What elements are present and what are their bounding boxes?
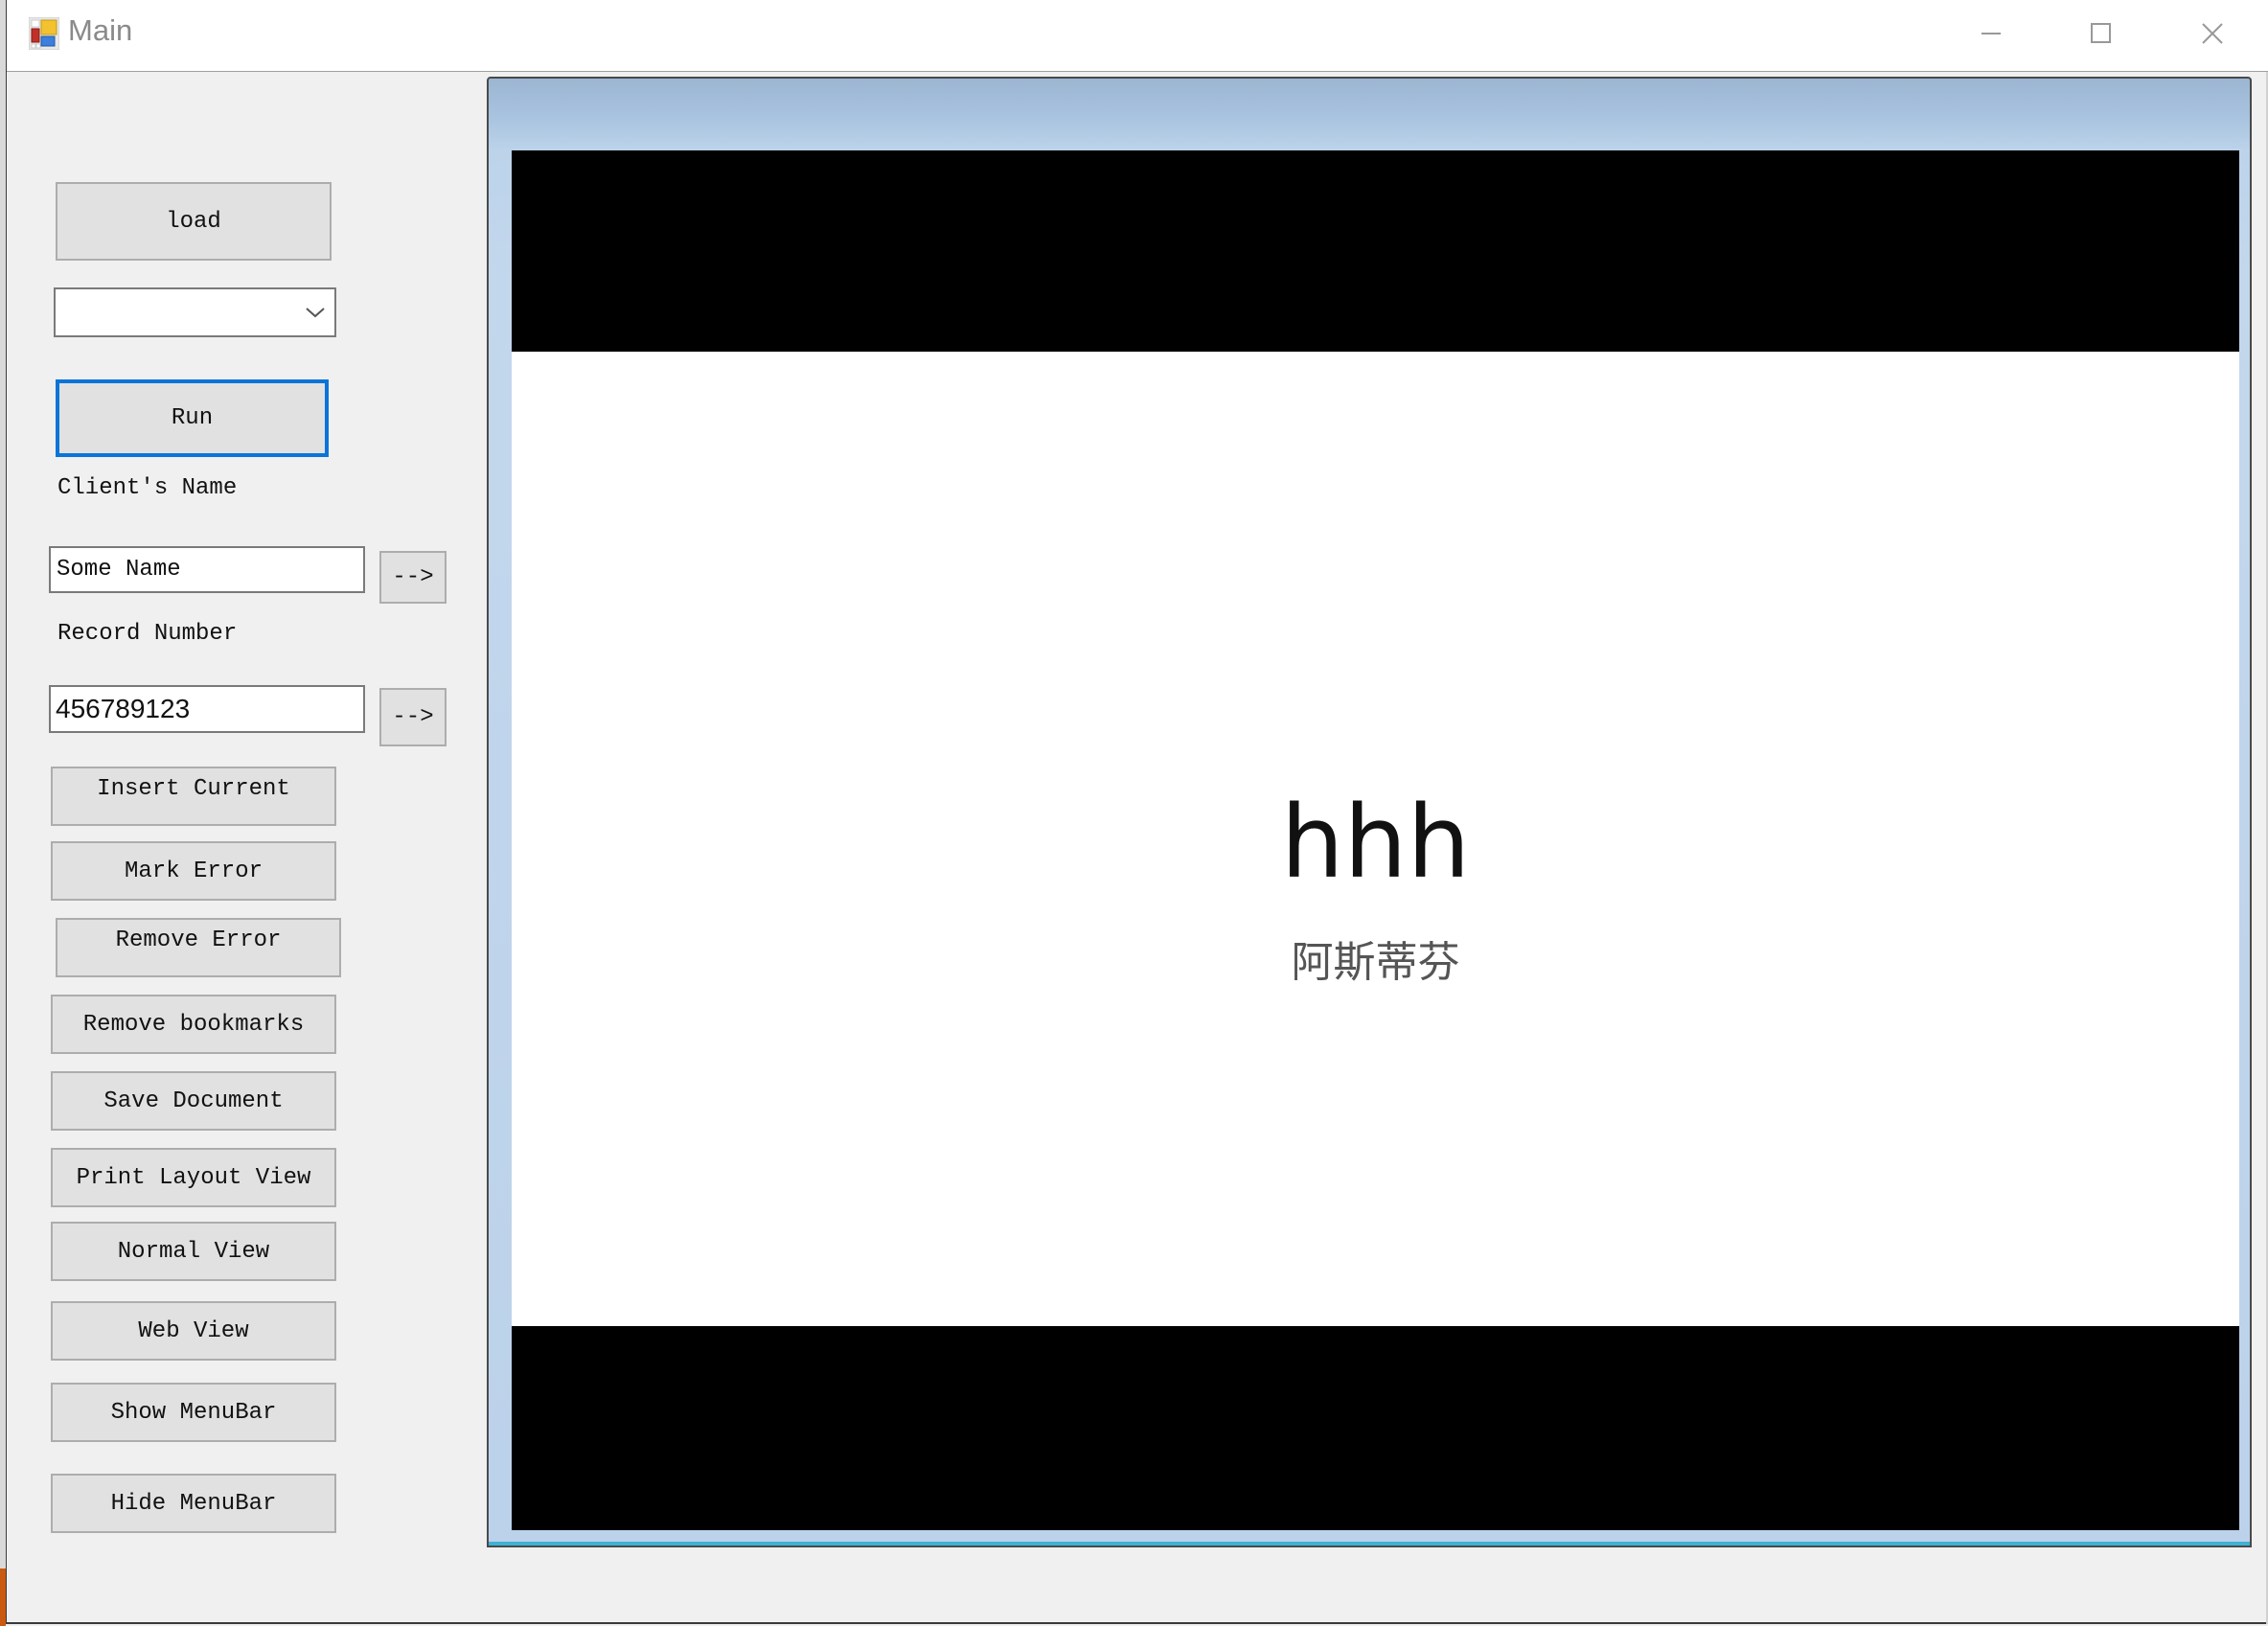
remove-error-button[interactable]: Remove Error — [56, 918, 341, 977]
record-number-go-button[interactable]: --> — [379, 688, 447, 746]
chevron-down-icon — [306, 308, 325, 318]
document-selector-dropdown[interactable] — [54, 287, 336, 337]
print-layout-view-button[interactable]: Print Layout View — [51, 1148, 336, 1207]
app-window-icon — [28, 16, 60, 51]
hide-menubar-button[interactable]: Hide MenuBar — [51, 1474, 336, 1533]
run-button[interactable]: Run — [56, 379, 329, 457]
main-window: Main load Run Client's Name --> Re — [6, 0, 2268, 1624]
document-viewer-frame: hhh 阿斯蒂芬 — [487, 77, 2252, 1547]
mark-error-button[interactable]: Mark Error — [51, 841, 336, 901]
document-heading: hhh — [1280, 784, 1471, 901]
insert-current-button[interactable]: Insert Current — [51, 767, 336, 826]
title-bar[interactable]: Main — [7, 0, 2268, 72]
document-subheading: 阿斯蒂芬 — [1291, 938, 1460, 987]
client-name-go-button[interactable]: --> — [379, 551, 447, 604]
page-header-band — [512, 150, 2239, 352]
close-button[interactable] — [2164, 0, 2259, 67]
minimize-icon — [1982, 33, 2001, 34]
show-menubar-button[interactable]: Show MenuBar — [51, 1383, 336, 1442]
window-title: Main — [68, 13, 133, 47]
web-view-button[interactable]: Web View — [51, 1301, 336, 1361]
remove-bookmarks-button[interactable]: Remove bookmarks — [51, 995, 336, 1054]
save-document-button[interactable]: Save Document — [51, 1071, 336, 1131]
maximize-button[interactable] — [2052, 0, 2148, 67]
document-page[interactable]: hhh 阿斯蒂芬 — [512, 150, 2239, 1530]
record-number-input[interactable] — [49, 685, 365, 733]
client-name-label: Client's Name — [57, 475, 238, 501]
normal-view-button[interactable]: Normal View — [51, 1222, 336, 1281]
close-icon — [2202, 23, 2223, 44]
record-number-label: Record Number — [57, 621, 238, 647]
client-name-input[interactable] — [49, 546, 365, 593]
page-footer-band — [512, 1326, 2239, 1530]
load-button[interactable]: load — [56, 182, 332, 261]
minimize-button[interactable] — [1942, 0, 2038, 67]
maximize-icon — [2091, 23, 2111, 43]
